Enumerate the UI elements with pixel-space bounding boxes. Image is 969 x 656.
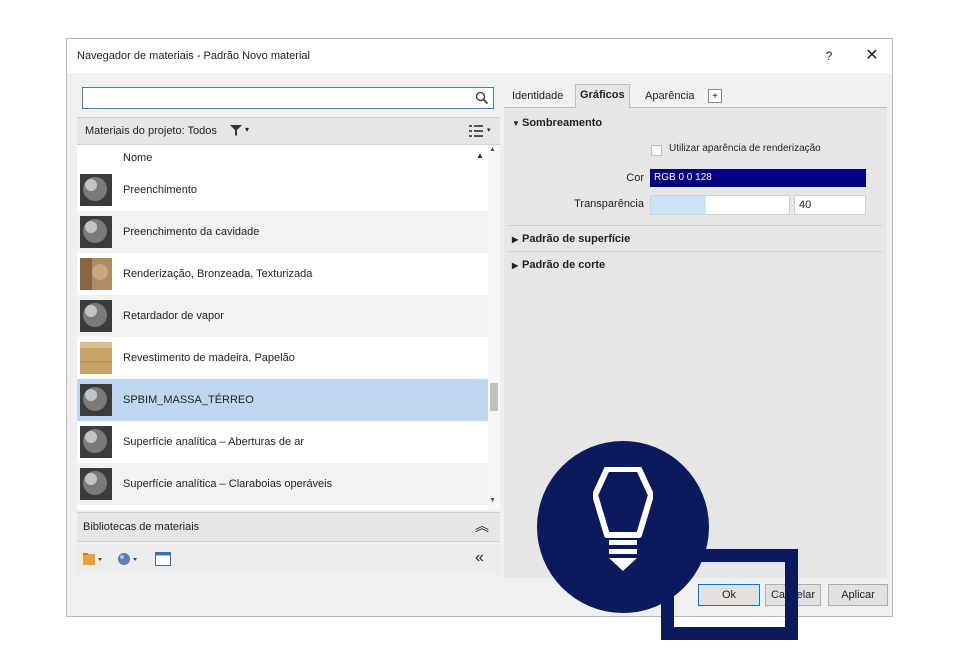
shading-title: Sombreamento [522, 117, 603, 129]
search-input[interactable] [86, 90, 470, 108]
collapse-left-icon[interactable]: « [475, 549, 484, 567]
material-name: Revestimento de madeira, Papelão [123, 352, 295, 364]
scroll-up-icon[interactable]: ▲ [489, 146, 496, 153]
libraries-label: Bibliotecas de materiais [83, 521, 200, 533]
libraries-bar[interactable]: Bibliotecas de materiais ︽ [77, 512, 500, 542]
list-item[interactable]: Preenchimento da cavidade [77, 211, 488, 253]
list-item[interactable]: Superfície analítica – Aberturas de ar [77, 421, 488, 463]
library-tools-bar: « [77, 544, 500, 574]
filter-dropdown-caret[interactable]: ▾ [245, 125, 249, 134]
material-browser-dialog: Navegador de materiais - Padrão Novo mat… [66, 38, 893, 617]
list-item[interactable]: Retardador de vapor [77, 295, 488, 337]
use-render-appearance-label: Utilizar aparência de renderização [669, 143, 821, 154]
tab-bar: Identidade Gráficos Aparência + [504, 83, 887, 108]
transparency-value-field[interactable]: 40 [794, 195, 866, 215]
expand-up-icon[interactable]: ︽ [475, 516, 489, 536]
scrollbar-thumb[interactable] [490, 383, 498, 411]
search-box[interactable] [82, 87, 494, 109]
materials-list: Nome ▲ Preenchimento Preenchimento da cav… [77, 145, 488, 510]
material-name: SPBIM_MASSA_TÉRREO [123, 394, 254, 406]
ok-highlight-frame [661, 549, 798, 640]
material-thumbnail [80, 300, 112, 332]
color-label: Cor [626, 172, 644, 184]
list-scrollbar[interactable]: ▲ ▼ [488, 145, 500, 510]
material-name: Renderização, Bronzeada, Texturizada [123, 268, 313, 280]
material-thumbnail [80, 342, 112, 374]
materials-pane: Materiais do projeto: Todos ▾ ▾ Nome ▲ P… [77, 83, 500, 578]
color-swatch[interactable]: RGB 0 0 128 [650, 169, 866, 187]
expand-triangle-icon: ▶ [512, 235, 519, 244]
transparency-slider-fill [651, 196, 706, 214]
transparency-slider[interactable] [650, 195, 790, 215]
material-thumbnail [80, 258, 112, 290]
tab-aparencia[interactable]: Aparência [641, 86, 699, 106]
cut-pattern-title: Padrão de corte [522, 259, 606, 271]
material-name: Preenchimento da cavidade [123, 226, 260, 238]
search-icon[interactable] [475, 91, 489, 105]
material-add-icon[interactable] [117, 552, 139, 566]
list-item[interactable]: Superfície analítica – Claraboias operáv… [77, 463, 488, 505]
scroll-down-icon[interactable]: ▼ [489, 497, 496, 504]
view-dropdown-caret[interactable]: ▾ [487, 126, 491, 134]
apply-button[interactable]: Aplicar [828, 584, 888, 606]
list-item[interactable]: Renderização, Bronzeada, Texturizada [77, 253, 488, 295]
help-button[interactable]: ? [819, 46, 839, 66]
list-item[interactable]: SPBIM_MASSA_TÉRREO [77, 379, 488, 421]
list-item[interactable]: Preenchimento [77, 169, 488, 211]
use-render-appearance-checkbox[interactable] [651, 145, 662, 156]
tab-identidade[interactable]: Identidade [508, 86, 567, 106]
surface-pattern-title: Padrão de superfície [522, 233, 631, 245]
list-item[interactable]: Revestimento de madeira, Papelão [77, 337, 488, 379]
sort-ascending-icon: ▲ [476, 151, 484, 160]
view-list-icon[interactable] [469, 124, 483, 138]
divider [508, 225, 883, 226]
lightbulb-icon [593, 467, 653, 571]
material-thumbnail [80, 426, 112, 458]
title-bar: Navegador de materiais - Padrão Novo mat… [67, 39, 892, 73]
material-name: Retardador de vapor [123, 310, 224, 322]
asset-editor-icon[interactable] [155, 552, 171, 566]
shading-section-header[interactable]: ▼ Sombreamento [512, 117, 602, 129]
transparency-label: Transparência [574, 198, 644, 210]
material-name: Preenchimento [123, 184, 197, 196]
dialog-title: Navegador de materiais - Padrão Novo mat… [77, 50, 310, 62]
library-folder-icon[interactable] [83, 552, 103, 566]
filter-icon[interactable] [230, 124, 242, 137]
list-header[interactable]: Nome ▲ [77, 145, 488, 169]
expand-triangle-icon: ▶ [512, 261, 519, 270]
material-name: Superfície analítica – Claraboias operáv… [123, 478, 333, 490]
cut-pattern-section-header[interactable]: ▶ Padrão de corte [512, 259, 605, 271]
close-button[interactable]: ✕ [861, 45, 883, 67]
collapse-triangle-icon: ▼ [512, 119, 520, 128]
divider [508, 251, 883, 252]
material-thumbnail [80, 384, 112, 416]
material-name: Superfície analítica – Aberturas de ar [123, 436, 304, 448]
material-thumbnail [80, 216, 112, 248]
tab-graficos[interactable]: Gráficos [575, 84, 630, 108]
add-tab-button[interactable]: + [708, 89, 722, 103]
project-materials-label: Materiais do projeto: Todos [85, 125, 217, 137]
column-name-header[interactable]: Nome [123, 152, 152, 164]
material-thumbnail [80, 468, 112, 500]
material-thumbnail [80, 174, 112, 206]
project-materials-bar: Materiais do projeto: Todos ▾ ▾ [77, 117, 500, 145]
surface-pattern-section-header[interactable]: ▶ Padrão de superfície [512, 233, 630, 245]
